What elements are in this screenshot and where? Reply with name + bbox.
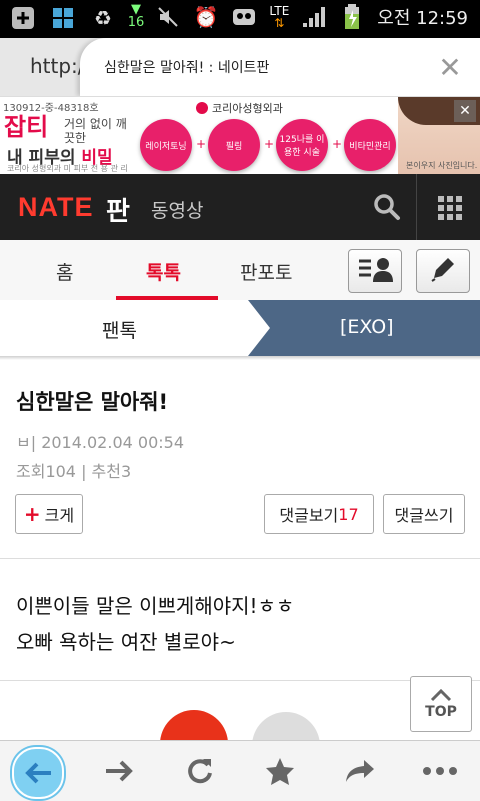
browser-toolbar [0,740,480,801]
add-notification-icon [10,5,36,31]
plus-icon: + [332,137,343,151]
chevron-up-icon [430,688,452,702]
refresh-button[interactable] [180,753,220,789]
nate-header: NATE 판 동영상 [0,174,480,240]
thumbs-up-icon[interactable] [160,710,228,740]
windows-icon [50,5,76,31]
tab-panphoto[interactable]: 판포토 [240,258,292,285]
divider [0,680,480,681]
post-body-line-2: 오빠 욕하는 여잔 별로야~ [16,630,236,654]
post-body-line-1: 이쁜이들 말은 이쁘게해야지!ㅎㅎ [16,594,295,618]
breadcrumb-fantalk[interactable]: 팬톡 [102,316,137,343]
ad-banner[interactable]: 130912-중-48318호 잡티 거의 없이 깨끗한 내 피부의 비밀은? … [0,96,480,175]
more-button[interactable] [420,753,460,789]
plus-icon: + [264,137,275,151]
ad-brand: 코리아성형외과 [196,100,283,116]
refresh-icon [188,759,212,784]
plus-icon: + [23,502,41,526]
download-count: ▼ 16 [127,2,145,30]
page-tab[interactable]: 심한말은 말아줘! : 네이트판 [80,38,420,96]
status-bar: ♻ ▼ 16 ⏰ LTE ⇅ 오전 12:59 [0,0,480,38]
enlarge-button[interactable]: + 크게 [15,494,83,534]
close-icon: ✕ [438,50,462,84]
ad-face-caption: 본이우지 사진입니다. [406,161,478,170]
pencil-icon [428,254,458,288]
ad-tiny-text: 코리아 성형외과 미 피부 전 용 관 리 [7,164,128,173]
my-profile-button[interactable] [348,249,402,293]
nate-logo[interactable]: NATE [18,192,94,223]
page-tab-title: 심한말은 말아줘! : 네이트판 [104,60,270,76]
grid-menu-icon[interactable] [438,196,462,220]
bookmark-button[interactable] [260,753,300,789]
nav-tabs: 홈 톡톡 판포토 [0,240,480,301]
search-icon[interactable] [372,192,402,222]
forward-button[interactable] [100,753,140,789]
post-author-date: ㅂ| 2014.02.04 00:54 [16,433,185,452]
lte-indicator: LTE ⇅ [269,4,290,30]
star-icon [266,758,294,785]
ad-code: 130912-중-48318호 [3,103,99,114]
post-title: 심한말은 말아줘! [16,390,169,414]
url-text[interactable]: http:/ [30,54,85,78]
write-post-button[interactable] [416,249,470,293]
back-button[interactable] [12,747,64,799]
close-tab-button[interactable]: ✕ [420,38,480,96]
post-stats: 조회104 | 추천3 [16,462,132,481]
tab-toktok[interactable]: 톡톡 [146,258,181,285]
share-button[interactable] [340,753,380,789]
mute-icon [155,4,181,30]
share-icon [346,760,374,782]
recycle-icon: ♻ [94,6,112,30]
brand-logo-icon [196,102,208,114]
back-arrow-icon [25,762,51,784]
scroll-top-button[interactable]: TOP [410,676,472,732]
header-divider [416,174,417,240]
ad-circle-2: 필링 [208,119,260,171]
more-icon [423,767,457,775]
ad-subtext: 거의 없이 깨끗한 [64,117,127,145]
ad-circle-4: 비타민관리 [344,119,396,171]
comment-count: 17 [338,504,359,524]
signal-icon [301,4,327,30]
divider [0,558,480,559]
breadcrumb-shadow [0,356,480,360]
user-list-icon [357,255,393,287]
forward-arrow-icon [106,760,133,782]
view-comments-button[interactable]: 댓글보기 17 [264,494,374,534]
breadcrumb-arrow [248,300,270,356]
ad-circle-3: 125나를 이용한 시술 [276,119,328,171]
tab-home[interactable]: 홈 [56,258,73,285]
clock: 오전 12:59 [377,8,468,29]
write-comment-button[interactable]: 댓글쓰기 [383,494,465,534]
thumbs-down-icon[interactable] [252,712,320,740]
battery-icon [339,4,365,30]
pan-logo[interactable]: 판 [106,191,130,228]
reaction-area [0,708,480,740]
plus-icon: + [196,137,207,151]
breadcrumb: 팬톡 [EXO] [0,300,480,356]
top-label: TOP [425,704,457,720]
ad-circle-1: 레이저토닝 [140,119,192,171]
alarm-icon: ⏰ [193,5,219,29]
voicemail-icon [231,4,257,30]
breadcrumb-exo[interactable]: [EXO] [340,316,394,338]
ad-text-block: 잡티 거의 없이 깨끗한 내 피부의 비밀은? 코리아 성형외과 미 피부 전 … [4,113,136,175]
ad-close-icon[interactable]: ✕ [454,100,476,122]
video-link[interactable]: 동영상 [151,196,203,223]
